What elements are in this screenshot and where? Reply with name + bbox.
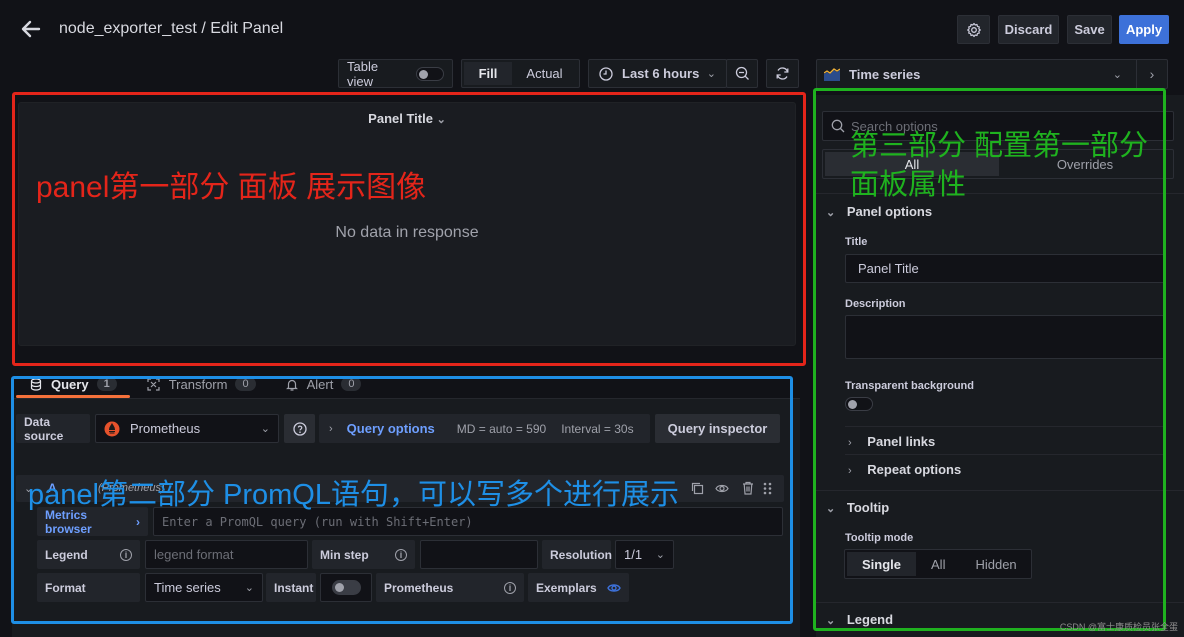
table-view-label: Table view xyxy=(347,58,379,89)
chevron-down-icon: ⌄ xyxy=(1112,68,1122,81)
annotation-box-blue xyxy=(11,376,793,624)
chevron-down-icon: ⌄ xyxy=(706,68,716,80)
gear-icon xyxy=(966,22,981,37)
time-picker[interactable]: Last 6 hours ⌄ xyxy=(588,59,727,88)
zoom-out-icon xyxy=(735,66,749,80)
refresh-icon xyxy=(776,67,789,80)
table-view-toggle[interactable]: Table view xyxy=(338,58,453,89)
time-range-label: Last 6 hours xyxy=(622,66,700,81)
refresh-button[interactable] xyxy=(766,59,799,88)
table-view-switch[interactable] xyxy=(416,66,444,81)
actual-option[interactable]: Actual xyxy=(512,66,577,81)
save-button[interactable]: Save xyxy=(1067,15,1112,44)
clock-icon xyxy=(599,66,613,81)
apply-button[interactable]: Apply xyxy=(1119,15,1169,44)
fill-actual-group: Fill Actual xyxy=(461,59,580,88)
zoom-out-button[interactable] xyxy=(726,59,758,88)
time-series-icon xyxy=(824,68,840,81)
visualization-picker[interactable]: Time series ⌄ › xyxy=(816,59,1168,89)
collapse-options-button[interactable]: › xyxy=(1137,66,1167,82)
back-arrow-icon[interactable] xyxy=(20,18,42,40)
settings-button[interactable] xyxy=(957,15,990,44)
viz-label: Time series xyxy=(849,66,921,82)
watermark: CSDN @富士康质检员张全蛋 xyxy=(1059,622,1178,632)
annotation-box-green xyxy=(813,88,1166,631)
discard-button[interactable]: Discard xyxy=(998,15,1059,44)
page-title: node_exporter_test / Edit Panel xyxy=(59,20,284,37)
annotation-box-red xyxy=(12,92,806,366)
fill-option[interactable]: Fill xyxy=(464,62,512,85)
